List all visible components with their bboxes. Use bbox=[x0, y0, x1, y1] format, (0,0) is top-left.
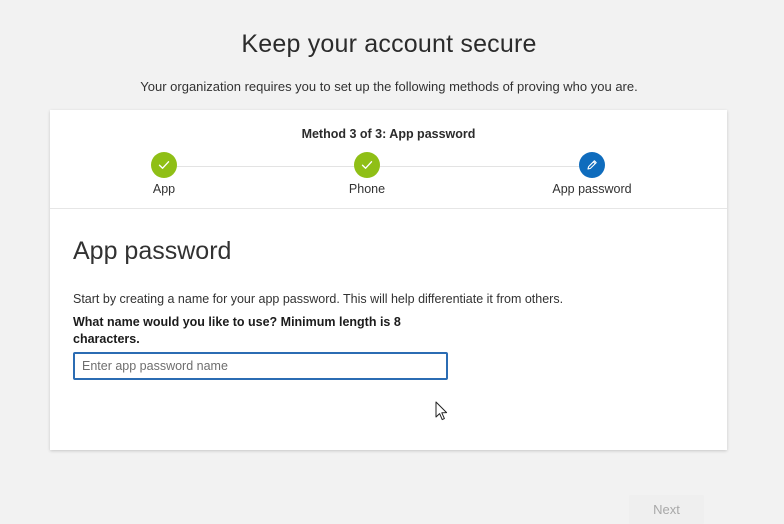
setup-card: Method 3 of 3: App password App Phone Ap… bbox=[50, 110, 727, 524]
method-progress-label: Method 3 of 3: App password bbox=[301, 127, 476, 141]
step-app-password: App password bbox=[537, 152, 647, 196]
form-description: Start by creating a name for your app pa… bbox=[73, 292, 564, 306]
step-complete-indicator bbox=[151, 152, 177, 178]
step-complete-indicator bbox=[354, 152, 380, 178]
mouse-pointer-icon bbox=[435, 401, 448, 421]
step-label-app: App bbox=[152, 182, 176, 196]
step-app: App bbox=[109, 152, 219, 196]
app-password-name-input[interactable] bbox=[73, 352, 448, 380]
page-title: Keep your account secure bbox=[241, 30, 537, 58]
name-field-label: What name would you like to use? Minimum… bbox=[73, 315, 401, 346]
checkmark-icon bbox=[158, 161, 170, 169]
section-title: App password bbox=[73, 237, 232, 265]
method-stepper: Method 3 of 3: App password App Phone Ap… bbox=[50, 110, 727, 209]
step-phone: Phone bbox=[312, 152, 422, 196]
page-subtitle: Your organization requires you to set up… bbox=[140, 79, 638, 94]
pencil-icon bbox=[587, 160, 597, 170]
step-label-app-password: App password bbox=[552, 182, 632, 196]
checkmark-icon bbox=[361, 161, 373, 169]
step-label-phone: Phone bbox=[348, 182, 386, 196]
step-current-indicator bbox=[579, 152, 605, 178]
next-button[interactable]: Next bbox=[629, 495, 704, 524]
